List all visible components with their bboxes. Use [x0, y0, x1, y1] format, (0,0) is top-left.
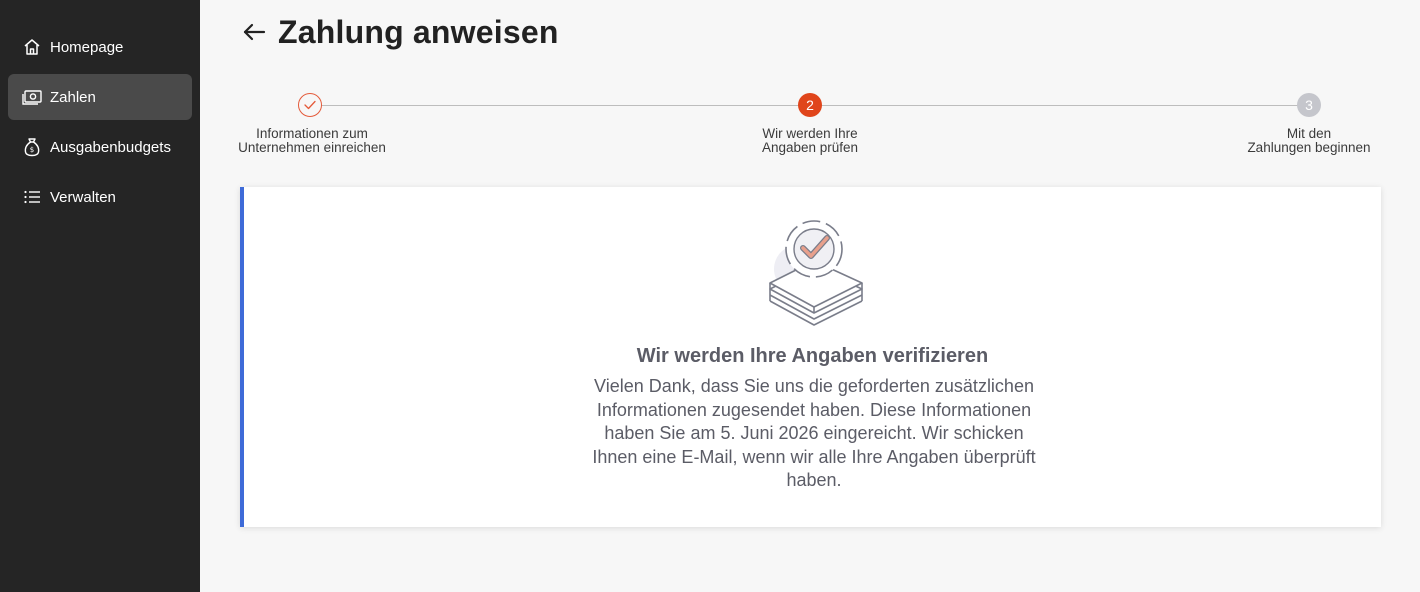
sidebar-item-label: Ausgabenbudgets — [50, 138, 171, 156]
step-1-label-line2: Unternehmen einreichen — [238, 140, 386, 155]
money-icon — [22, 87, 42, 107]
sidebar-item-ausgabenbudgets[interactable]: $ Ausgabenbudgets — [8, 124, 192, 170]
svg-text:$: $ — [30, 146, 34, 154]
step-1-label-line1: Informationen zum — [256, 126, 368, 141]
step-3-label: Mit den Zahlungen beginnen — [1217, 127, 1401, 155]
sidebar-item-homepage[interactable]: Homepage — [8, 24, 192, 70]
verification-card: Wir werden Ihre Angaben verifizieren Vie… — [240, 187, 1381, 527]
list-icon — [22, 187, 42, 207]
verified-documents-icon — [758, 219, 868, 329]
step-1-label: Informationen zum Unternehmen einreichen — [220, 127, 404, 155]
step-2-label-line1: Wir werden Ihre — [762, 126, 858, 141]
step-3-label-line2: Zahlungen beginnen — [1247, 140, 1371, 155]
page-header: Zahlung anweisen — [240, 10, 559, 54]
money-bag-icon: $ — [22, 137, 42, 157]
main-content: Zahlung anweisen 2 3 Informationen zum U… — [200, 0, 1420, 592]
app-window: Homepage Zahlen $ Ausgabenbudgets Verwal… — [0, 0, 1420, 592]
step-2-label-line2: Angaben prüfen — [761, 140, 859, 155]
step-2-label: Wir werden Ihre Angaben prüfen — [718, 127, 902, 155]
step-1-completed-icon — [298, 93, 322, 117]
card-body-text: Vielen Dank, dass Sie uns die geforderte… — [592, 376, 1036, 490]
sidebar-item-label: Zahlen — [50, 88, 96, 106]
step-3-number: 3 — [1297, 93, 1321, 117]
sidebar-item-label: Verwalten — [50, 188, 116, 206]
sidebar: Homepage Zahlen $ Ausgabenbudgets Verwal… — [0, 0, 200, 592]
step-2-number: 2 — [798, 93, 822, 117]
sidebar-item-verwalten[interactable]: Verwalten — [8, 174, 192, 220]
sidebar-item-zahlen[interactable]: Zahlen — [8, 74, 192, 120]
sidebar-item-label: Homepage — [50, 38, 124, 56]
step-3-label-line1: Mit den — [1286, 126, 1332, 141]
page-title: Zahlung anweisen — [278, 13, 559, 50]
card-heading: Wir werden Ihre Angaben verifizieren — [636, 345, 989, 367]
home-icon — [22, 37, 42, 57]
arrow-left-icon[interactable] — [240, 18, 268, 46]
